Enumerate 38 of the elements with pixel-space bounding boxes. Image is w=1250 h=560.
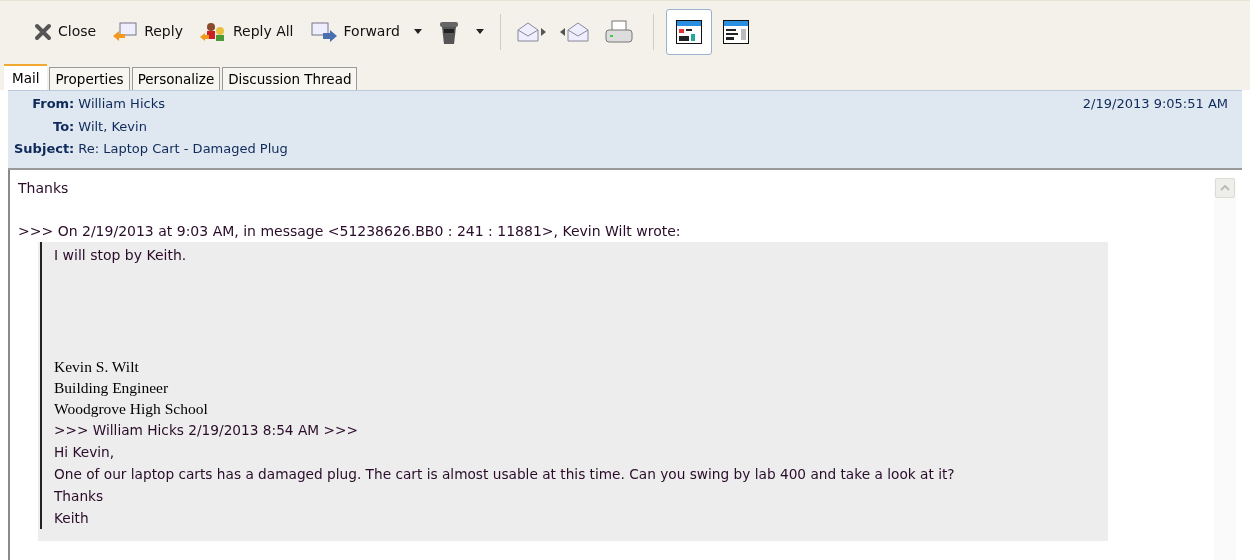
tab[interactable]: Discussion Thread xyxy=(222,67,358,90)
envelope-next-icon[interactable] xyxy=(516,21,547,42)
header-value: Wilt, Kevin xyxy=(78,117,148,136)
signature-line: Building Engineer xyxy=(54,378,170,398)
header-value: William Hicks xyxy=(78,95,166,113)
header-label: Subject: xyxy=(14,140,75,158)
dropdown-caret-icon[interactable] xyxy=(475,29,484,34)
tab[interactable]: Personalize xyxy=(131,67,221,90)
quoted-text: I will stop by Keith. xyxy=(54,246,188,265)
toolbar-button[interactable]: Reply All xyxy=(192,16,300,47)
view-toggle[interactable] xyxy=(665,8,712,55)
header-label: To: xyxy=(52,117,75,136)
header-value: Re: Laptop Cart - Damaged Plug xyxy=(78,140,288,158)
dropdown-caret-icon[interactable] xyxy=(413,29,422,34)
tab[interactable]: Properties xyxy=(49,67,130,90)
reply-text: Thanks xyxy=(18,179,70,198)
close-icon xyxy=(34,22,52,41)
toolbar-button[interactable]: Close xyxy=(28,17,103,46)
quote-attribution: >>> On 2/19/2013 at 9:03 AM, in message <51238626.BB0 : 241 : 11881>, Kevin Wilt wrote: xyxy=(18,222,682,241)
message-date: 2/19/2013 9:05:51 AM xyxy=(1082,95,1228,113)
quoted-text: Thanks xyxy=(54,487,105,506)
forward-envelope-icon xyxy=(309,20,338,43)
print-icon[interactable] xyxy=(604,19,633,44)
tab[interactable]: Mail xyxy=(4,64,48,90)
quoted-text: Hi Kevin, xyxy=(54,443,116,462)
quoted-text: >>> William Hicks 2/19/2013 8:54 AM >>> xyxy=(54,421,359,440)
toolbar-button[interactable]: Reply xyxy=(106,16,189,47)
signature-line: Woodgrove High School xyxy=(54,399,209,419)
signature-line: Kevin S. Wilt xyxy=(54,357,140,377)
quoted-text: One of our laptop carts has a damaged plug. The cart is almost usable at this time. Can you swing by lab 400 and take a look at it? xyxy=(54,465,956,484)
envelope-previous-icon[interactable] xyxy=(558,21,589,42)
header-label: From: xyxy=(31,95,75,113)
people-icon xyxy=(198,20,227,43)
reply-envelope-icon xyxy=(112,20,139,43)
quoted-text: Keith xyxy=(54,509,90,528)
toolbar-button[interactable]: Forward xyxy=(303,16,406,47)
layout-icon xyxy=(722,19,749,44)
layout-icon xyxy=(675,19,702,44)
